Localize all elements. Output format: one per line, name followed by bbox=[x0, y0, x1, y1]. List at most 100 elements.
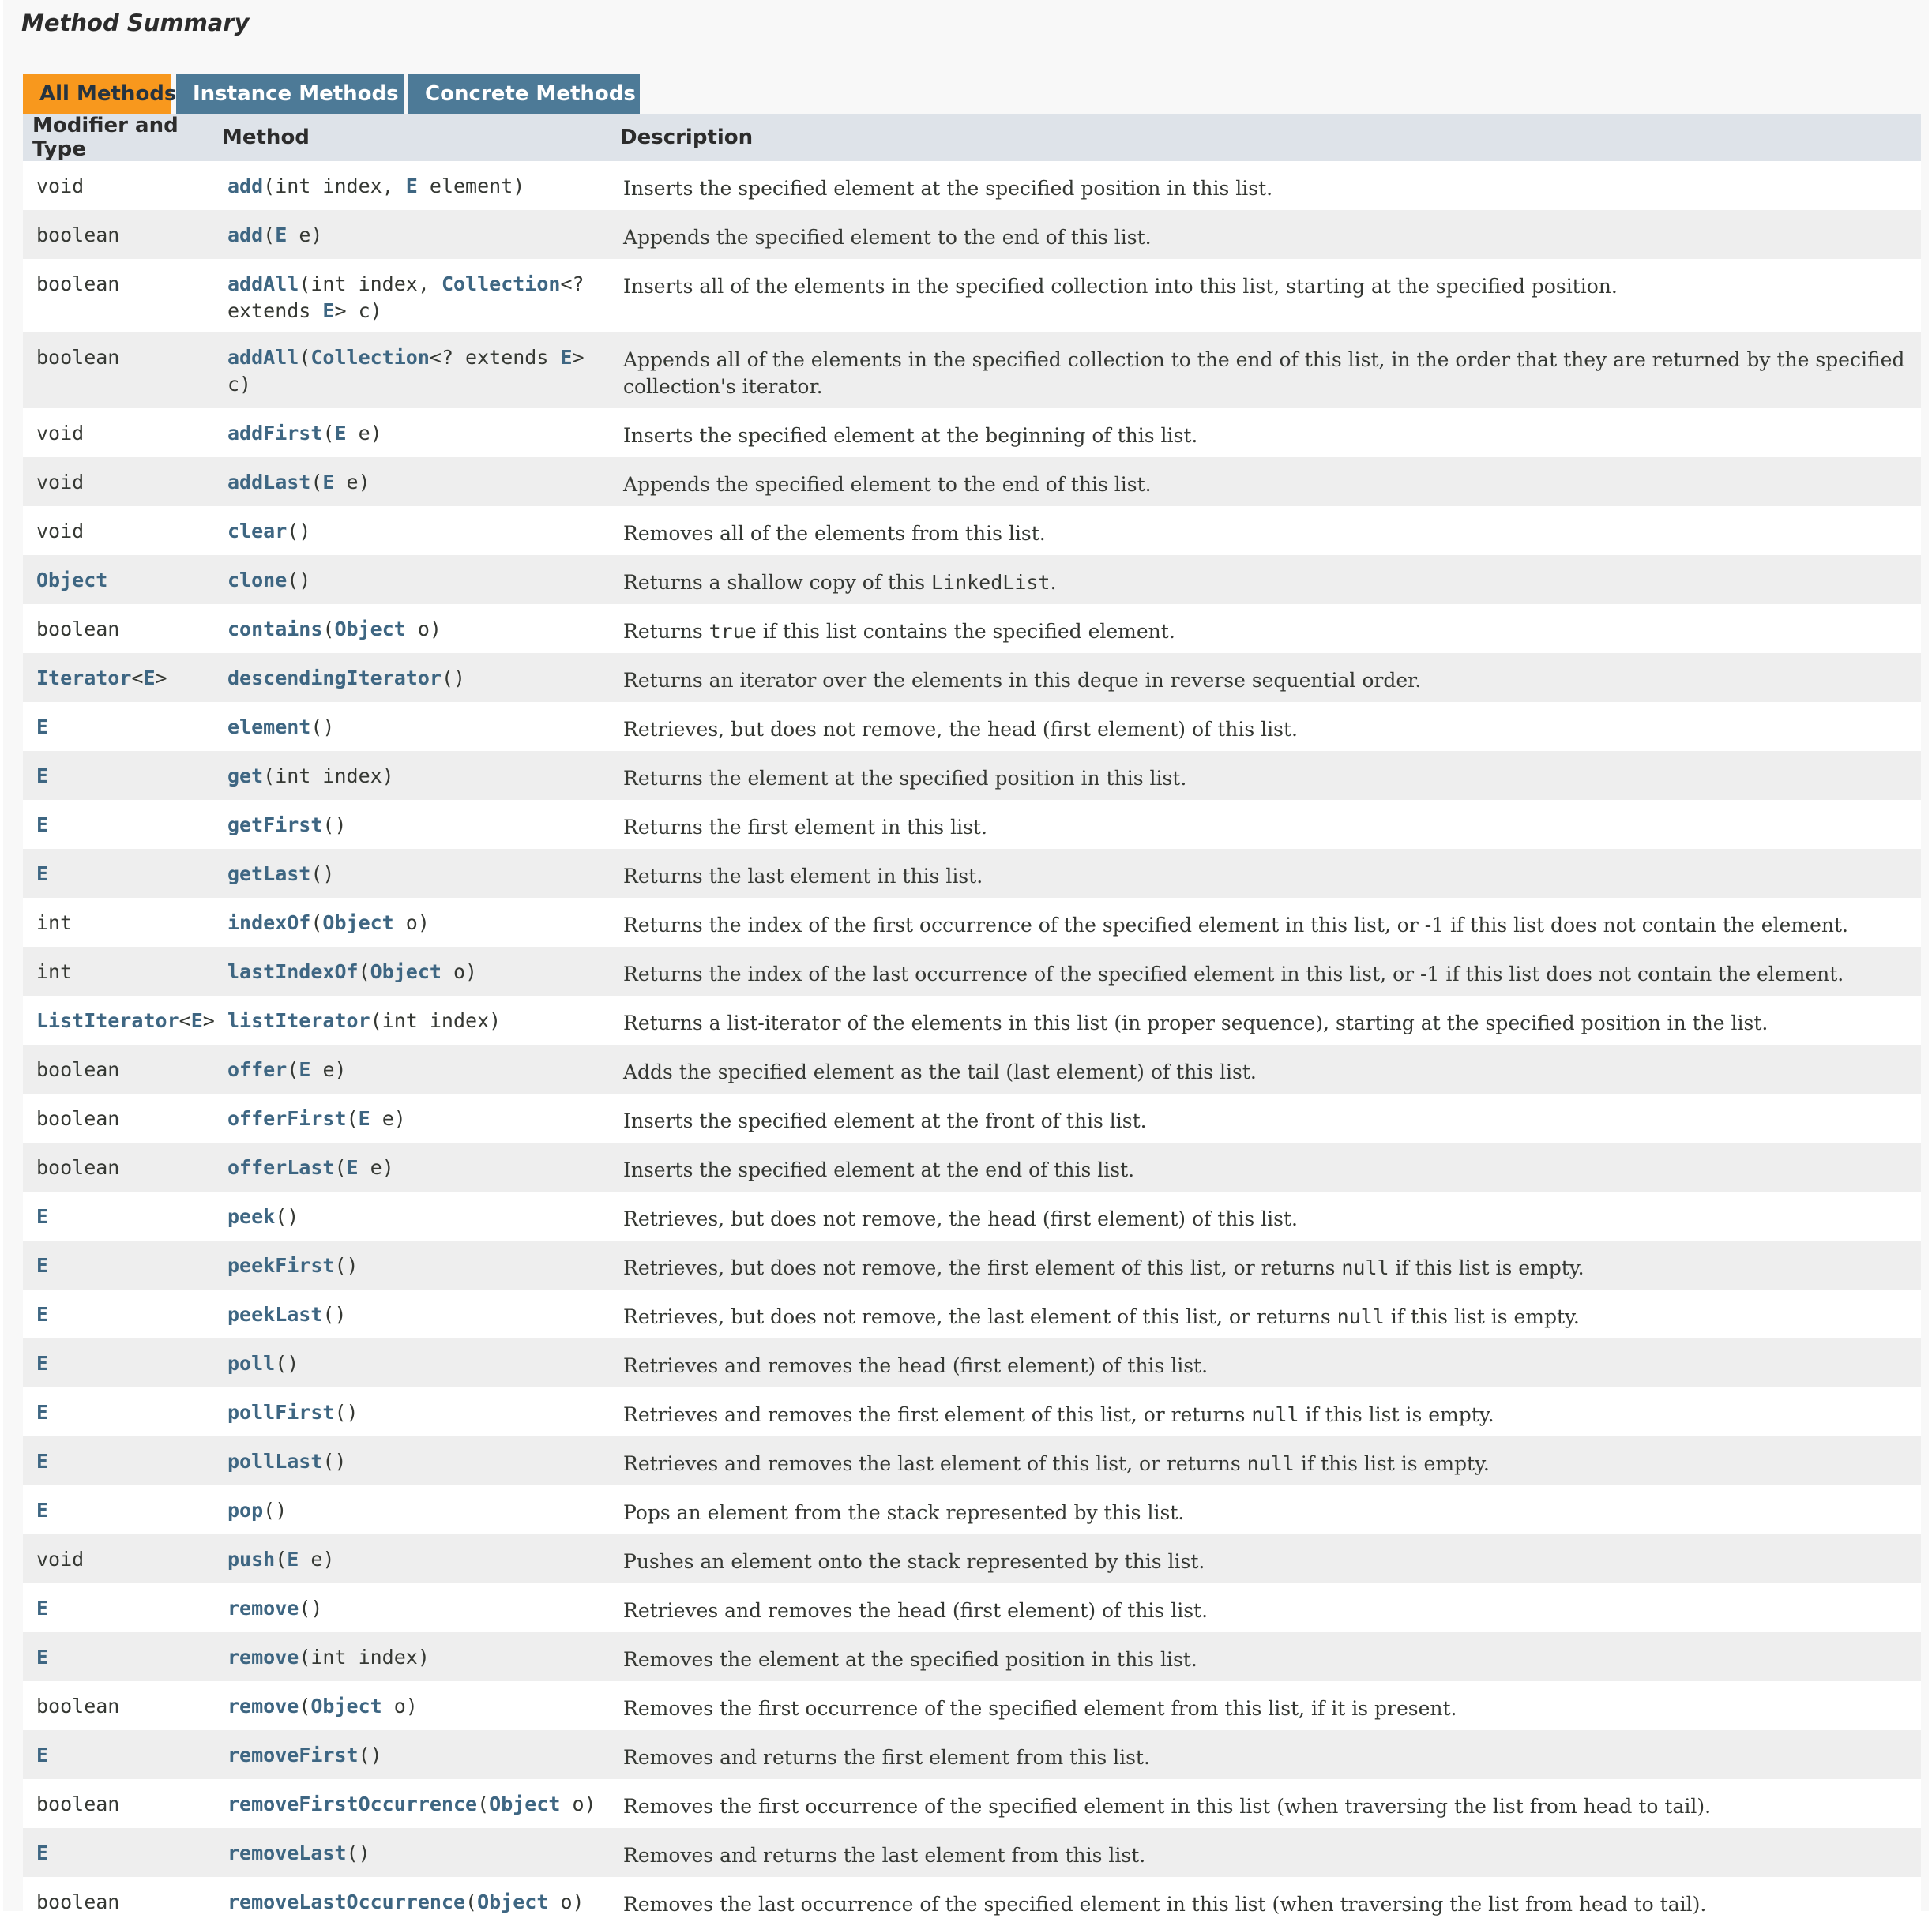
type-link[interactable]: E bbox=[36, 1205, 48, 1228]
type-link[interactable]: E bbox=[36, 1303, 48, 1326]
type-link[interactable]: E bbox=[36, 1646, 48, 1669]
method-name-link[interactable]: addAll bbox=[227, 346, 299, 369]
type-link[interactable]: Collection bbox=[442, 272, 561, 295]
method-name-link[interactable]: pollLast bbox=[227, 1450, 322, 1473]
method-name-link[interactable]: addLast bbox=[227, 471, 310, 494]
type-link[interactable]: E bbox=[560, 346, 572, 369]
method-name-link[interactable]: removeFirstOccurrence bbox=[227, 1793, 477, 1815]
type-link[interactable]: Object bbox=[310, 1695, 382, 1718]
text-fragment: Returns bbox=[623, 620, 709, 643]
method-name-link[interactable]: remove bbox=[227, 1597, 299, 1620]
type-link[interactable]: Iterator bbox=[36, 666, 131, 689]
method-name-link[interactable]: listIterator bbox=[227, 1009, 370, 1032]
method-summary-panel: Method Summary All Methods Instance Meth… bbox=[3, 0, 1929, 1926]
modifier-type-cell: E bbox=[23, 1632, 214, 1681]
method-name-link[interactable]: contains bbox=[227, 618, 322, 640]
modifier-type-cell: void bbox=[23, 457, 214, 506]
type-link[interactable]: E bbox=[36, 1352, 48, 1375]
method-name-link[interactable]: element bbox=[227, 715, 310, 738]
method-name-link[interactable]: offerFirst bbox=[227, 1107, 347, 1130]
modifier-type-cell: int bbox=[23, 898, 214, 947]
modifier-type-cell: void bbox=[23, 1534, 214, 1583]
type-link[interactable]: E bbox=[36, 813, 48, 836]
method-name-link[interactable]: add bbox=[227, 175, 263, 197]
text-fragment: boolean bbox=[36, 1695, 120, 1718]
type-link[interactable]: E bbox=[36, 1401, 48, 1424]
type-link[interactable]: E bbox=[334, 422, 346, 445]
type-link[interactable]: E bbox=[143, 666, 155, 689]
method-name-link[interactable]: add bbox=[227, 223, 263, 246]
type-link[interactable]: Object bbox=[36, 569, 107, 591]
method-name-link[interactable]: addAll bbox=[227, 272, 299, 295]
method-name-link[interactable]: pollFirst bbox=[227, 1401, 334, 1424]
method-name-link[interactable]: get bbox=[227, 764, 263, 787]
type-link[interactable]: E bbox=[287, 1548, 299, 1571]
modifier-type-cell: boolean bbox=[23, 1779, 214, 1828]
method-signature-cell: removeLast() bbox=[214, 1828, 611, 1877]
method-name-link[interactable]: descendingIterator bbox=[227, 666, 442, 689]
tab-instance-methods[interactable]: Instance Methods bbox=[176, 74, 404, 114]
method-name-link[interactable]: lastIndexOf bbox=[227, 960, 359, 983]
text-fragment: () bbox=[287, 520, 311, 543]
method-name-link[interactable]: clear bbox=[227, 520, 287, 543]
type-link[interactable]: E bbox=[275, 223, 287, 246]
tab-all-methods[interactable]: All Methods bbox=[23, 74, 176, 114]
text-fragment: (int index) bbox=[370, 1009, 502, 1032]
type-link[interactable]: E bbox=[347, 1156, 359, 1179]
column-header-method: Method bbox=[214, 114, 611, 161]
type-link[interactable]: E bbox=[36, 715, 48, 738]
type-link[interactable]: E bbox=[406, 175, 418, 197]
type-link[interactable]: E bbox=[36, 1450, 48, 1473]
text-fragment: ( bbox=[310, 911, 323, 934]
type-link[interactable]: E bbox=[322, 471, 334, 494]
column-header-description: Description bbox=[611, 114, 1921, 161]
type-link[interactable]: E bbox=[36, 1597, 48, 1620]
method-name-link[interactable]: push bbox=[227, 1548, 275, 1571]
table-row: boolean addAll(Collection<? extends E> c)… bbox=[23, 332, 1921, 408]
method-name-link[interactable]: pop bbox=[227, 1499, 263, 1522]
type-link[interactable]: Object bbox=[334, 618, 405, 640]
method-name-link[interactable]: poll bbox=[227, 1352, 275, 1375]
method-signature-cell: lastIndexOf(Object o) bbox=[214, 947, 611, 996]
type-link[interactable]: Object bbox=[370, 960, 442, 983]
method-name-link[interactable]: removeLast bbox=[227, 1842, 347, 1864]
type-link[interactable]: E bbox=[36, 1744, 48, 1766]
type-link[interactable]: E bbox=[191, 1009, 203, 1032]
method-name-link[interactable]: getFirst bbox=[227, 813, 322, 836]
type-link[interactable]: E bbox=[36, 862, 48, 885]
type-link[interactable]: E bbox=[36, 1842, 48, 1864]
method-name-link[interactable]: remove bbox=[227, 1646, 299, 1669]
method-description-cell: Removes the first occurrence of the spec… bbox=[611, 1681, 1921, 1730]
text-fragment: o) bbox=[393, 911, 430, 934]
text-fragment: (int index, bbox=[263, 175, 406, 197]
method-name-link[interactable]: offerLast bbox=[227, 1156, 334, 1179]
method-name-link[interactable]: removeLastOccurrence bbox=[227, 1890, 465, 1913]
type-link[interactable]: E bbox=[322, 299, 334, 322]
type-link[interactable]: E bbox=[359, 1107, 370, 1130]
method-name-link[interactable]: removeFirst bbox=[227, 1744, 359, 1766]
type-link[interactable]: E bbox=[36, 1499, 48, 1522]
method-name-link[interactable]: addFirst bbox=[227, 422, 322, 445]
type-link[interactable]: Object bbox=[489, 1793, 560, 1815]
method-name-link[interactable]: peek bbox=[227, 1205, 275, 1228]
type-link[interactable]: Collection bbox=[310, 346, 430, 369]
method-name-link[interactable]: offer bbox=[227, 1058, 287, 1081]
method-name-link[interactable]: peekFirst bbox=[227, 1254, 334, 1277]
method-name-link[interactable]: clone bbox=[227, 569, 287, 591]
type-link[interactable]: Object bbox=[322, 911, 393, 934]
method-name-link[interactable]: indexOf bbox=[227, 911, 310, 934]
text-fragment: > c) bbox=[334, 299, 382, 322]
method-name-link[interactable]: peekLast bbox=[227, 1303, 322, 1326]
type-link[interactable]: E bbox=[36, 1254, 48, 1277]
method-signature-cell: descendingIterator() bbox=[214, 653, 611, 702]
type-link[interactable]: E bbox=[36, 764, 48, 787]
table-row: boolean offer(E e) Adds the specified elem… bbox=[23, 1045, 1921, 1094]
method-name-link[interactable]: getLast bbox=[227, 862, 310, 885]
method-name-link[interactable]: remove bbox=[227, 1695, 299, 1718]
table-row: EpeekFirst() Retrieves, but does not remo… bbox=[23, 1241, 1921, 1290]
type-link[interactable]: E bbox=[299, 1058, 310, 1081]
type-link[interactable]: ListIterator bbox=[36, 1009, 179, 1032]
text-fragment: > bbox=[202, 1009, 214, 1032]
tab-concrete-methods[interactable]: Concrete Methods bbox=[408, 74, 640, 114]
type-link[interactable]: Object bbox=[477, 1890, 548, 1913]
